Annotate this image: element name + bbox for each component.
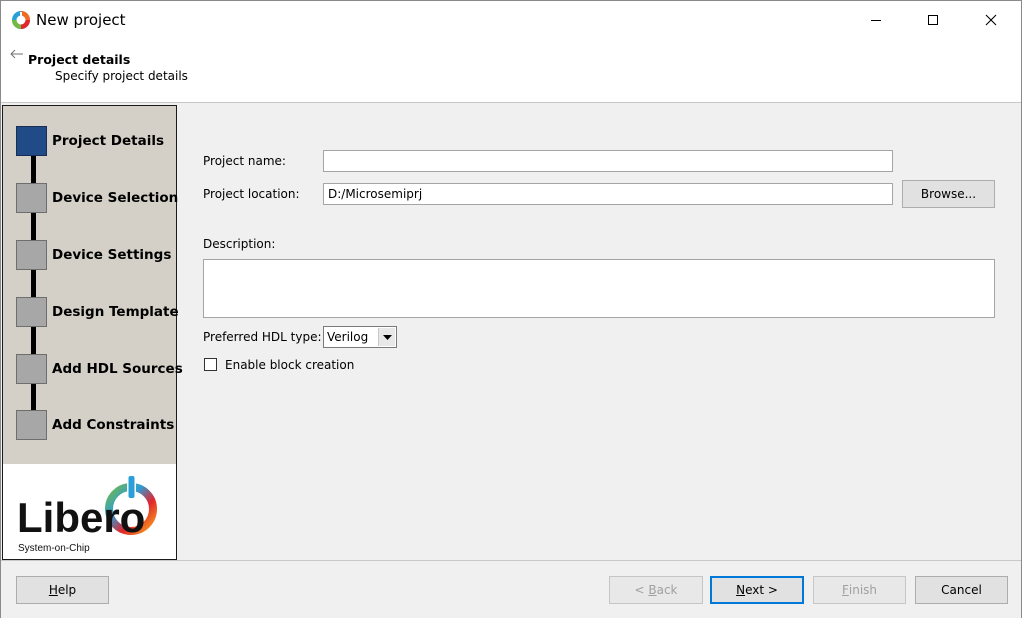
step-indicator — [16, 354, 47, 384]
step-add-hdl-sources: Add HDL Sources — [16, 354, 183, 388]
project-location-input[interactable] — [323, 183, 893, 205]
minimize-icon — [871, 20, 881, 21]
step-add-constraints: Add Constraints — [16, 410, 176, 444]
page-subtitle: Specify project details — [55, 69, 188, 83]
enable-block-creation-checkbox[interactable] — [204, 358, 217, 371]
libero-logo-mark: Libero System-on-Chip — [17, 474, 157, 554]
wizard-steps-sidebar: Project Details Device Selection Device … — [2, 105, 183, 560]
step-indicator — [16, 297, 47, 327]
back-label-rest: ack — [656, 583, 678, 597]
finish-button[interactable]: Finish — [813, 576, 906, 604]
logo-wordmark: Libero — [17, 494, 145, 541]
title-bar: New project — [1, 1, 1021, 39]
step-indicator-active — [16, 126, 47, 156]
project-name-label: Project name: — [203, 154, 286, 168]
maximize-button[interactable] — [910, 1, 956, 39]
back-button[interactable]: < Back — [609, 576, 703, 604]
step-indicator — [16, 183, 47, 213]
step-device-selection: Device Selection — [16, 183, 179, 217]
wizard-footer: Help < Back Next > Finish Cancel — [1, 560, 1021, 618]
step-label: Device Selection — [52, 190, 179, 206]
help-mnemonic: H — [48, 583, 58, 597]
help-button[interactable]: Help — [16, 576, 109, 604]
step-device-settings: Device Settings — [16, 240, 176, 274]
window-title: New project — [36, 11, 126, 29]
dropdown-arrow-icon — [378, 328, 395, 346]
new-project-dialog: New project Project details Specify proj… — [0, 0, 1022, 618]
next-label-rest: ext > — [745, 583, 778, 597]
step-indicator — [16, 240, 47, 270]
libero-logo: Libero System-on-Chip — [3, 464, 176, 559]
page-title: Project details — [28, 52, 131, 67]
step-label: Design Template — [52, 304, 179, 320]
libero-app-icon — [12, 11, 30, 29]
help-label-rest: elp — [57, 583, 77, 597]
next-button[interactable]: Next > — [710, 576, 804, 604]
project-name-input[interactable] — [323, 150, 893, 172]
wizard-content: Project Details Device Selection Device … — [1, 103, 1021, 560]
next-mnemonic: N — [736, 583, 746, 597]
enable-block-creation-label: Enable block creation — [225, 358, 355, 372]
description-textarea[interactable] — [203, 259, 995, 318]
project-location-label: Project location: — [203, 187, 300, 201]
finish-label-rest: inish — [848, 583, 878, 597]
browse-button[interactable]: Browse... — [902, 180, 995, 208]
back-arrow-icon[interactable] — [10, 48, 24, 60]
back-mnemonic: B — [648, 583, 657, 597]
close-icon — [985, 14, 997, 26]
step-label: Add HDL Sources — [52, 361, 183, 377]
hdl-type-value: Verilog — [327, 330, 369, 344]
steps-list: Project Details Device Selection Device … — [3, 106, 183, 464]
back-prefix: < — [634, 583, 649, 597]
close-button[interactable] — [968, 1, 1014, 39]
step-project-details: Project Details — [16, 126, 176, 160]
step-label: Project Details — [52, 133, 164, 149]
minimize-button[interactable] — [853, 1, 899, 39]
description-label: Description: — [203, 237, 276, 251]
step-label: Add Constraints — [52, 417, 175, 433]
hdl-type-select[interactable]: Verilog — [323, 326, 397, 348]
hdl-type-label: Preferred HDL type: — [203, 330, 322, 344]
maximize-icon — [928, 15, 938, 25]
finish-mnemonic: F — [841, 583, 849, 597]
cancel-button[interactable]: Cancel — [915, 576, 1008, 604]
step-design-template: Design Template — [16, 297, 179, 331]
step-label: Device Settings — [52, 247, 172, 263]
step-indicator — [16, 410, 47, 440]
wizard-header: Project details Specify project details — [1, 39, 1021, 103]
logo-tagline: System-on-Chip — [18, 543, 90, 554]
